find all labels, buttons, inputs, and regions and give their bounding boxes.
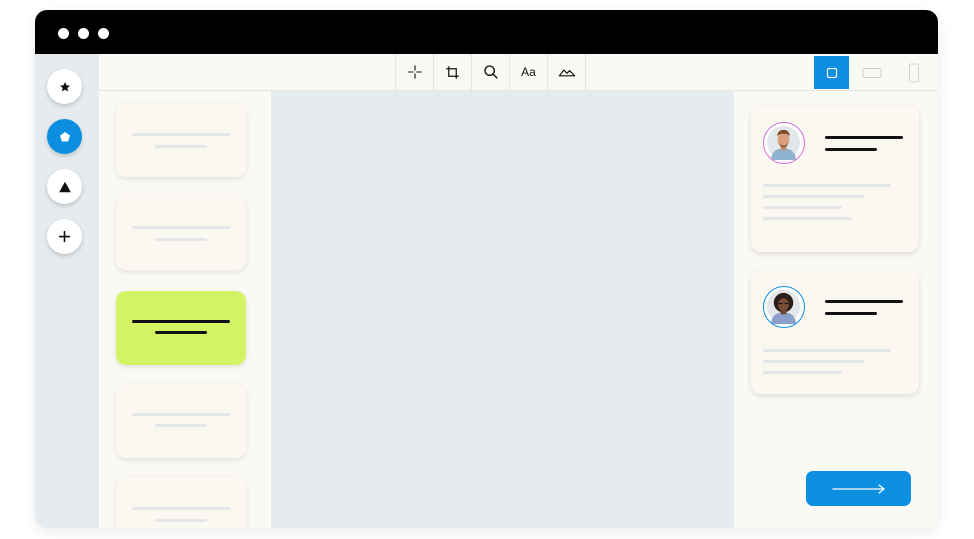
title-bar — [35, 10, 938, 54]
rail-button-add[interactable] — [47, 219, 82, 254]
app-window: Aa — [35, 10, 938, 528]
star-icon — [59, 81, 70, 91]
portrait-rect-icon — [908, 63, 919, 82]
placeholder-line — [155, 145, 207, 148]
slide-thumbnail-1[interactable] — [116, 103, 246, 177]
placeholder-line — [132, 226, 230, 229]
main-canvas[interactable] — [271, 91, 734, 528]
avatar — [763, 122, 805, 164]
rail-button-pentagon[interactable] — [47, 119, 82, 154]
slide-thumbnail-5[interactable] — [116, 477, 246, 528]
placeholder-line — [763, 195, 864, 198]
woman-avatar-icon — [766, 289, 801, 325]
placeholder-line — [763, 349, 891, 352]
landscape-icon — [558, 69, 575, 77]
tool-move[interactable] — [395, 54, 433, 90]
pentagon-icon — [59, 131, 70, 141]
rail-button-triangle[interactable] — [47, 169, 82, 204]
placeholder-line — [155, 424, 207, 427]
landscape-rect-icon — [862, 67, 881, 78]
rail-button-star[interactable] — [47, 69, 82, 104]
placeholder-line — [132, 320, 230, 323]
placeholder-line — [825, 136, 903, 139]
arrow-right-icon — [831, 483, 885, 494]
tool-image[interactable] — [547, 54, 586, 90]
avatar — [763, 286, 805, 328]
placeholder-line — [155, 331, 207, 334]
toolbar: Aa — [99, 54, 938, 91]
man-avatar-icon — [766, 125, 801, 161]
slide-list-panel — [99, 91, 271, 528]
next-button[interactable] — [806, 471, 911, 506]
properties-panel — [734, 91, 938, 528]
window-dot-1[interactable] — [58, 28, 69, 39]
triangle-icon — [58, 181, 71, 192]
profile-card-woman[interactable] — [751, 270, 919, 394]
placeholder-line — [825, 300, 903, 303]
placeholder-line — [763, 371, 842, 374]
tool-zoom[interactable] — [471, 54, 509, 90]
placeholder-line — [132, 507, 230, 510]
placeholder-line — [825, 312, 877, 315]
placeholder-line — [763, 206, 842, 209]
placeholder-line — [132, 133, 230, 136]
slide-thumbnail-2[interactable] — [116, 196, 246, 270]
profile-card-man[interactable] — [751, 106, 919, 252]
crop-icon — [446, 65, 459, 79]
window-dot-2[interactable] — [78, 28, 89, 39]
text-icon: Aa — [521, 65, 536, 79]
slide-thumbnail-3-selected[interactable] — [116, 291, 246, 365]
move-crosshair-icon — [407, 65, 422, 79]
placeholder-line — [132, 413, 230, 416]
placeholder-line — [763, 217, 852, 220]
plus-icon — [58, 230, 71, 243]
square-icon — [826, 67, 837, 78]
device-square[interactable] — [814, 56, 849, 89]
left-rail — [35, 54, 99, 528]
tool-text[interactable]: Aa — [509, 54, 547, 90]
device-landscape[interactable] — [854, 56, 889, 89]
search-icon — [483, 65, 498, 79]
placeholder-line — [825, 148, 877, 151]
window-dot-3[interactable] — [98, 28, 109, 39]
placeholder-line — [763, 360, 864, 363]
placeholder-line — [763, 184, 891, 187]
placeholder-line — [155, 519, 207, 522]
slide-thumbnail-4[interactable] — [116, 384, 246, 458]
placeholder-line — [155, 238, 207, 241]
tool-crop[interactable] — [433, 54, 471, 90]
device-portrait[interactable] — [896, 56, 931, 89]
